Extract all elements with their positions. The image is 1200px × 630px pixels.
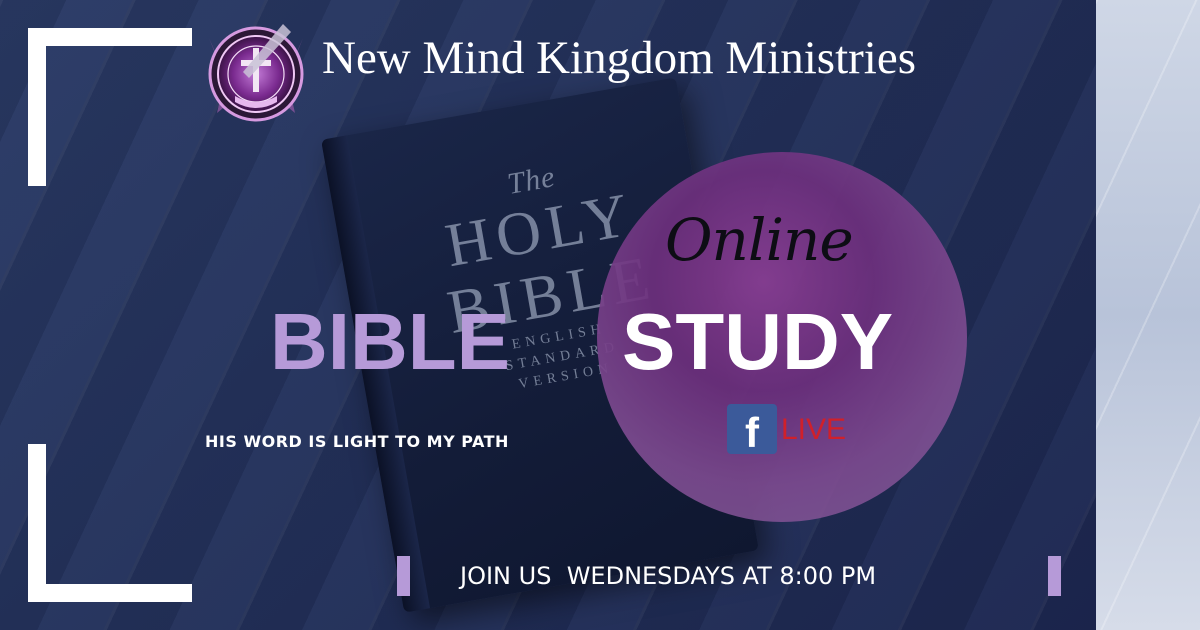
flyer-canvas: The HOLY BIBLE ENGLISH STANDARD VERSION …	[0, 0, 1200, 630]
online-script-text: Online	[665, 206, 854, 274]
accent-bar-left	[397, 556, 410, 596]
bible-headline: BIBLE	[270, 297, 510, 386]
study-headline: STUDY	[622, 297, 894, 386]
organization-title: New Mind Kingdom Ministries	[322, 32, 917, 84]
facebook-live-badge: f LIVE	[727, 404, 867, 456]
corner-bracket-top	[28, 28, 192, 186]
facebook-f-glyph: f	[745, 409, 759, 456]
live-label: LIVE	[781, 413, 847, 446]
facebook-icon: f	[727, 404, 777, 456]
tagline: HIS WORD IS LIGHT TO MY PATH	[205, 432, 509, 451]
ministry-seal-logo-icon	[208, 24, 304, 122]
schedule-text: JOIN US WEDNESDAYS AT 8:00 PM	[460, 562, 877, 590]
corner-bracket-bottom	[28, 444, 192, 602]
accent-bar-right	[1048, 556, 1061, 596]
light-wood-strip	[1096, 0, 1200, 630]
